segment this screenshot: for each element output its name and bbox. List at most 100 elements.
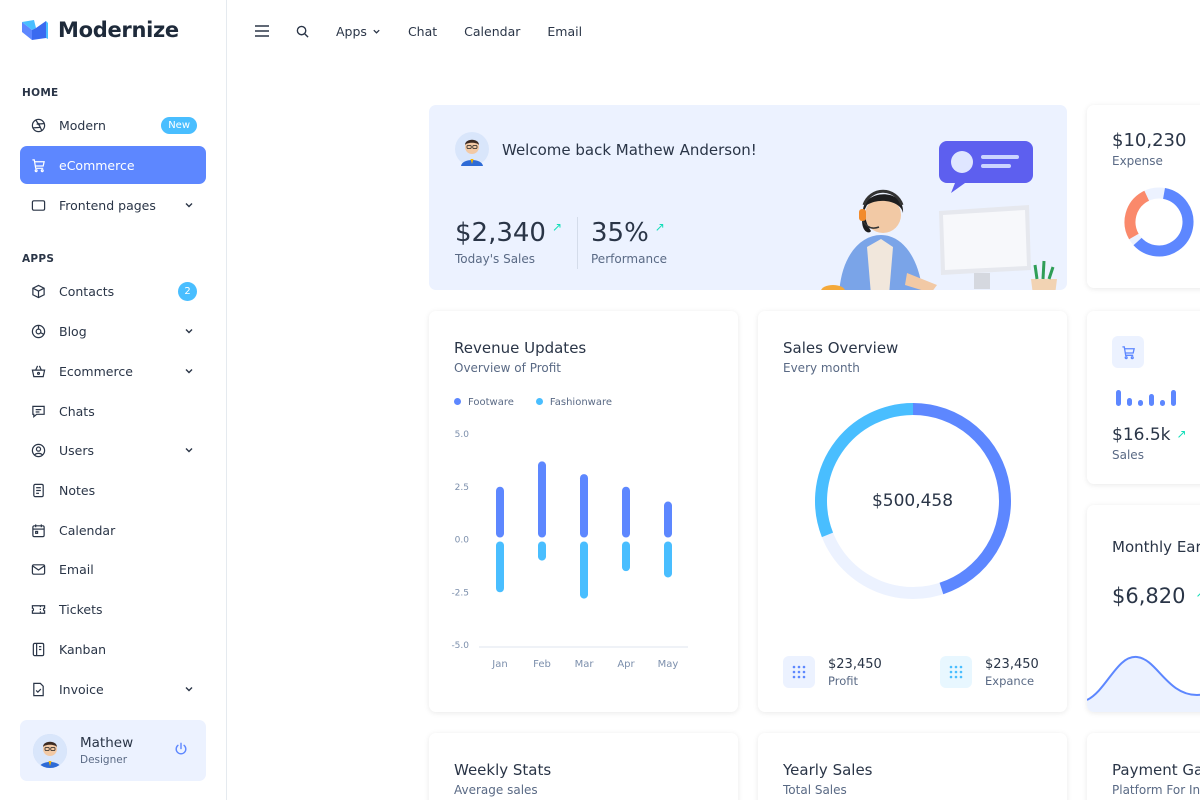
sidebar-item-email[interactable]: Email (20, 550, 206, 588)
sidebar-item-contacts[interactable]: Contacts 2 (20, 272, 206, 310)
y-tick-label: 0.0 (455, 536, 470, 546)
bar-fashionware-may[interactable] (664, 541, 672, 578)
calendar-icon (30, 522, 46, 538)
sidebar-item-ecommerce[interactable]: eCommerce (20, 146, 206, 184)
legend-footware[interactable]: Footware (454, 397, 514, 408)
expense-value: $10,230 (1112, 130, 1187, 151)
app-logo[interactable]: Modernize (20, 18, 179, 42)
profit-stat: $23,450 Profit (783, 656, 882, 688)
topbar: Apps Chat Calendar Email (228, 0, 1200, 62)
sidebar-item-label: Frontend pages (59, 197, 156, 213)
expense-stat: $23,450 Expance (940, 656, 1039, 688)
topnav-email[interactable]: Email (547, 24, 582, 39)
today-sales-value: $2,340 (455, 218, 546, 248)
avatar[interactable] (33, 733, 67, 768)
arrow-up-right-icon: ↗ (654, 220, 665, 234)
sidebar-item-calendar[interactable]: Calendar (20, 511, 206, 549)
sidebar-item-frontend-pages[interactable]: Frontend pages (20, 186, 206, 224)
sidebar-item-blog[interactable]: Blog (20, 312, 206, 350)
sidebar-item-label: Invoice (59, 681, 104, 697)
arrow-up-right-icon: ↗ (1195, 586, 1200, 608)
sales-small-stat: $16.5k ↗ (1112, 425, 1187, 445)
x-tick-label: Mar (575, 659, 595, 670)
bar-footware-apr[interactable] (622, 486, 630, 538)
sales-sparkbar (1116, 390, 1176, 406)
arrow-up-right-icon: ↗ (1176, 427, 1187, 441)
bar-fashionware-mar[interactable] (580, 541, 588, 599)
sales-overview-card: Sales Overview Every month $500,458 $23,… (758, 311, 1067, 712)
welcome-avatar (455, 132, 489, 170)
sidebar-item-label: Chats (59, 403, 95, 419)
sidebar-item-label: Kanban (59, 641, 107, 657)
sidebar-item-label: Email (59, 561, 94, 577)
sidebar-item-ecommerce-app[interactable]: Ecommerce (20, 352, 206, 390)
bar-fashionware-feb[interactable] (538, 541, 546, 561)
sidebar-item-label: Notes (59, 482, 96, 498)
topnav-calendar[interactable]: Calendar (464, 24, 520, 39)
sidebar-item-users[interactable]: Users (20, 431, 206, 469)
expense-card: $10,230 Expense (1087, 105, 1200, 288)
chevron-down-icon (373, 29, 380, 34)
window-icon (30, 197, 46, 213)
sidebar-item-label: Calendar (59, 522, 116, 538)
sidebar-item-modern[interactable]: Modern New (20, 106, 206, 144)
sidebar-item-label: eCommerce (59, 157, 135, 173)
sidebar-item-notes[interactable]: Notes (20, 471, 206, 509)
x-tick-label: Feb (533, 659, 551, 670)
app-name: Modernize (58, 18, 179, 42)
yearly-title: Yearly Sales (783, 761, 873, 779)
welcome-card: Welcome back Mathew Anderson! $2,340 ↗ T… (429, 105, 1067, 290)
sales-overview-title: Sales Overview (783, 339, 899, 357)
support-agent-illustration (821, 141, 1057, 290)
file-check-icon (30, 681, 46, 697)
bar-footware-may[interactable] (664, 501, 672, 538)
sidebar-item-label: Modern (59, 117, 106, 133)
sidebar-profile: Mathew Designer (20, 720, 206, 781)
x-tick-label: May (658, 659, 679, 670)
expense-label: Expense (1112, 154, 1163, 168)
y-tick-label: -5.0 (451, 641, 469, 651)
expense-stat-label: Expance (985, 673, 1035, 688)
basket-icon (30, 363, 46, 379)
topnav-chat[interactable]: Chat (408, 24, 437, 39)
aperture-icon (30, 117, 46, 133)
revenue-subtitle: Overview of Profit (454, 361, 561, 375)
sidebar-item-label: Ecommerce (59, 363, 133, 379)
bar-fashionware-jan[interactable] (496, 541, 504, 593)
chart-donut-icon (30, 323, 46, 339)
bar-fashionware-apr[interactable] (622, 541, 630, 572)
sales-small-label: Sales (1112, 448, 1144, 462)
topnav-apps[interactable]: Apps (336, 24, 381, 39)
chevron-down-icon (185, 687, 193, 692)
chevron-down-icon (185, 329, 193, 334)
grid-dots-icon (783, 656, 815, 688)
power-icon[interactable] (174, 741, 188, 760)
performance-stat: 35% ↗ Performance (591, 218, 667, 266)
y-tick-label: 2.5 (455, 483, 469, 493)
shopping-cart-icon (30, 157, 46, 173)
chart-legend: Footware Fashionware (454, 397, 612, 408)
sidebar-item-chats[interactable]: Chats (20, 392, 206, 430)
payment-gateways-card: Payment Ga Platform For Inc (1087, 733, 1200, 800)
payment-subtitle: Platform For Inc (1112, 783, 1200, 797)
sidebar-item-invoice[interactable]: Invoice (20, 670, 206, 708)
profit-value: $23,450 (828, 656, 882, 672)
sidebar-item-tickets[interactable]: Tickets (20, 590, 206, 628)
ticket-icon (30, 601, 46, 617)
expense-donut-chart (1124, 187, 1194, 257)
menu-icon[interactable] (255, 25, 269, 37)
sidebar-item-kanban[interactable]: Kanban (20, 630, 206, 668)
section-label-home: HOME (22, 87, 59, 99)
expense-stat-value: $23,450 (985, 656, 1039, 672)
bar-footware-mar[interactable] (580, 474, 588, 538)
y-tick-label: -2.5 (451, 588, 469, 598)
welcome-title: Welcome back Mathew Anderson! (502, 141, 757, 159)
bar-footware-jan[interactable] (496, 486, 504, 538)
search-icon[interactable] (296, 25, 309, 38)
monthly-stat: $6,820 ↗ (1112, 584, 1200, 608)
shopping-cart-icon (1112, 336, 1144, 368)
payment-title: Payment Ga (1112, 761, 1200, 779)
legend-fashionware[interactable]: Fashionware (535, 397, 612, 408)
monthly-value: $6,820 (1112, 584, 1186, 608)
bar-footware-feb[interactable] (538, 461, 546, 538)
